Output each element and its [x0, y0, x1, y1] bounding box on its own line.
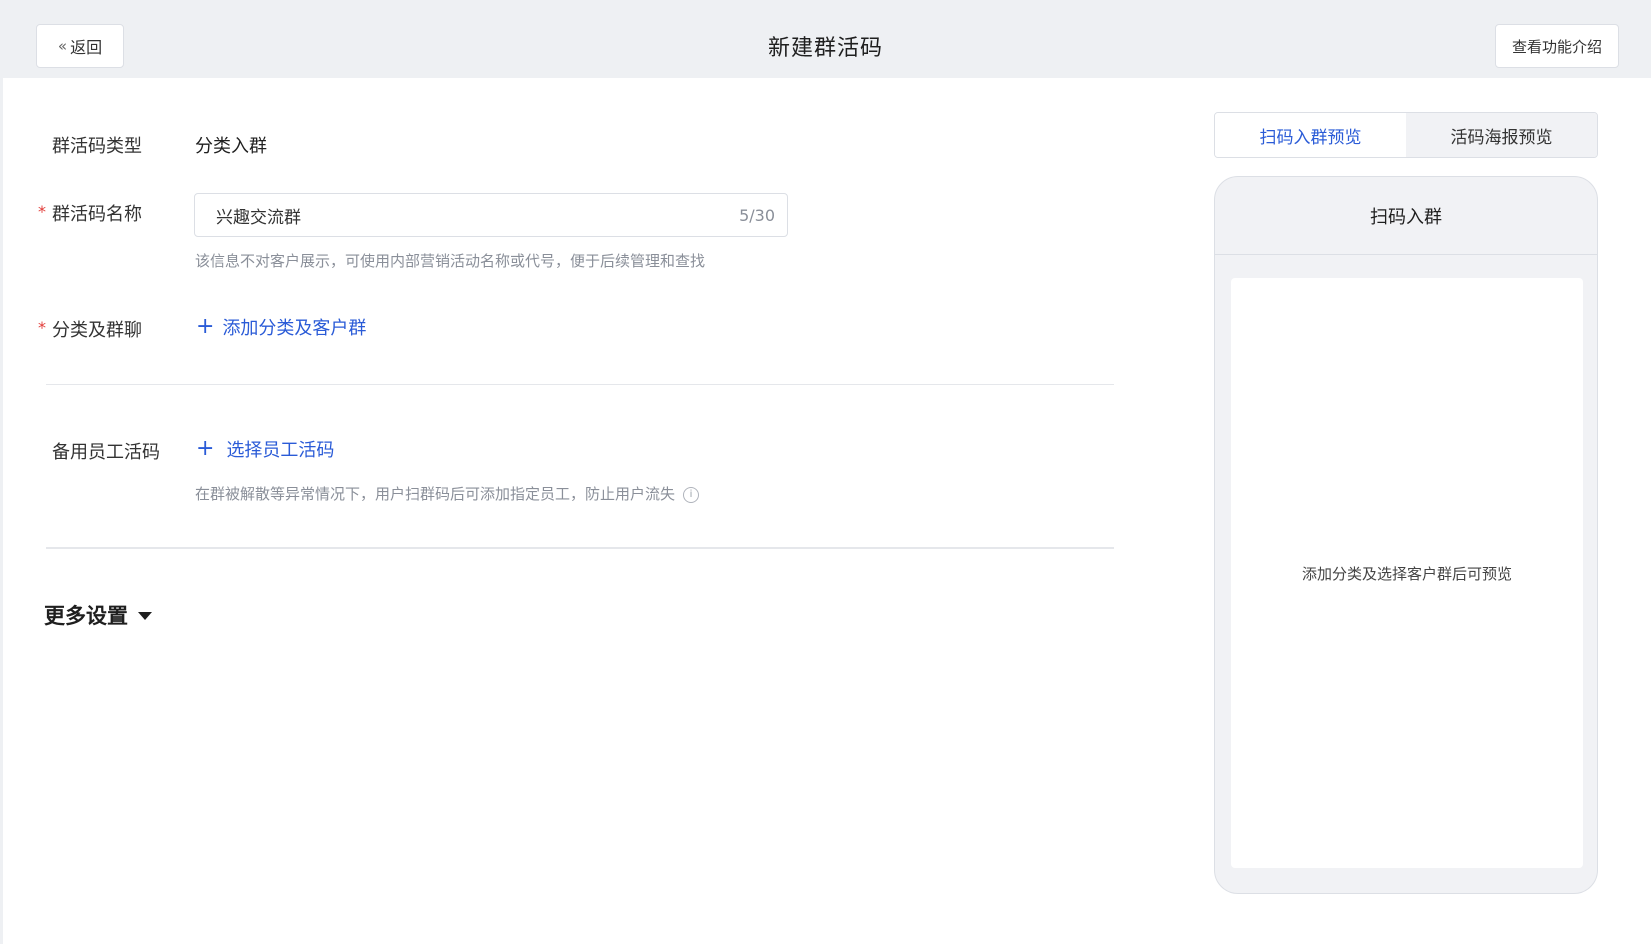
category-label: 分类及群聊 [52, 320, 142, 341]
select-staff-code-label: 选择员工活码 [226, 440, 335, 461]
add-category-button[interactable]: + 添加分类及客户群 [196, 314, 366, 340]
select-staff-code-button[interactable]: + 选择员工活码 [196, 436, 334, 462]
left-edge-strip [0, 78, 3, 944]
name-hint: 该信息不对客户展示，可使用内部营销活动名称或代号，便于后续管理和查找 [195, 252, 706, 270]
more-settings-label: 更多设置 [44, 604, 128, 628]
divider [46, 547, 1114, 549]
divider [46, 384, 1114, 385]
backup-label: 备用员工活码 [52, 442, 160, 463]
type-label: 群活码类型 [52, 136, 142, 157]
required-mark: * [38, 202, 46, 221]
name-input[interactable]: 兴趣交流群 5/30 [194, 193, 788, 237]
name-char-count: 5/30 [739, 205, 775, 225]
phone-title: 扫码入群 [1215, 177, 1597, 255]
phone-screen: 添加分类及选择客户群后可预览 [1231, 278, 1583, 868]
caret-down-icon [138, 612, 152, 620]
plus-icon: + [196, 314, 215, 339]
tab-scan-preview[interactable]: 扫码入群预览 [1215, 113, 1406, 157]
info-icon[interactable]: i [683, 486, 700, 503]
backup-hint-text: 在群被解散等异常情况下，用户扫群码后可添加指定员工，防止用户流失 [195, 485, 676, 503]
preview-tabs: 扫码入群预览 活码海报预览 [1214, 112, 1598, 158]
more-settings-toggle[interactable]: 更多设置 [44, 600, 152, 630]
phone-preview: 扫码入群 添加分类及选择客户群后可预览 [1214, 176, 1598, 894]
type-value: 分类入群 [195, 136, 267, 157]
preview-empty-text: 添加分类及选择客户群后可预览 [1301, 564, 1512, 583]
page-title: 新建群活码 [767, 36, 883, 61]
name-input-value: 兴趣交流群 [216, 207, 301, 228]
required-mark: * [38, 318, 46, 337]
backup-hint: 在群被解散等异常情况下，用户扫群码后可添加指定员工，防止用户流失 i [195, 483, 700, 504]
feature-intro-button[interactable]: 查看功能介绍 [1495, 24, 1619, 68]
tab-poster-preview[interactable]: 活码海报预览 [1406, 113, 1597, 157]
top-bar: « 返回 新建群活码 查看功能介绍 [0, 0, 1651, 78]
plus-icon: + [196, 436, 215, 461]
add-category-label: 添加分类及客户群 [222, 318, 367, 339]
name-label: 群活码名称 [52, 204, 142, 225]
